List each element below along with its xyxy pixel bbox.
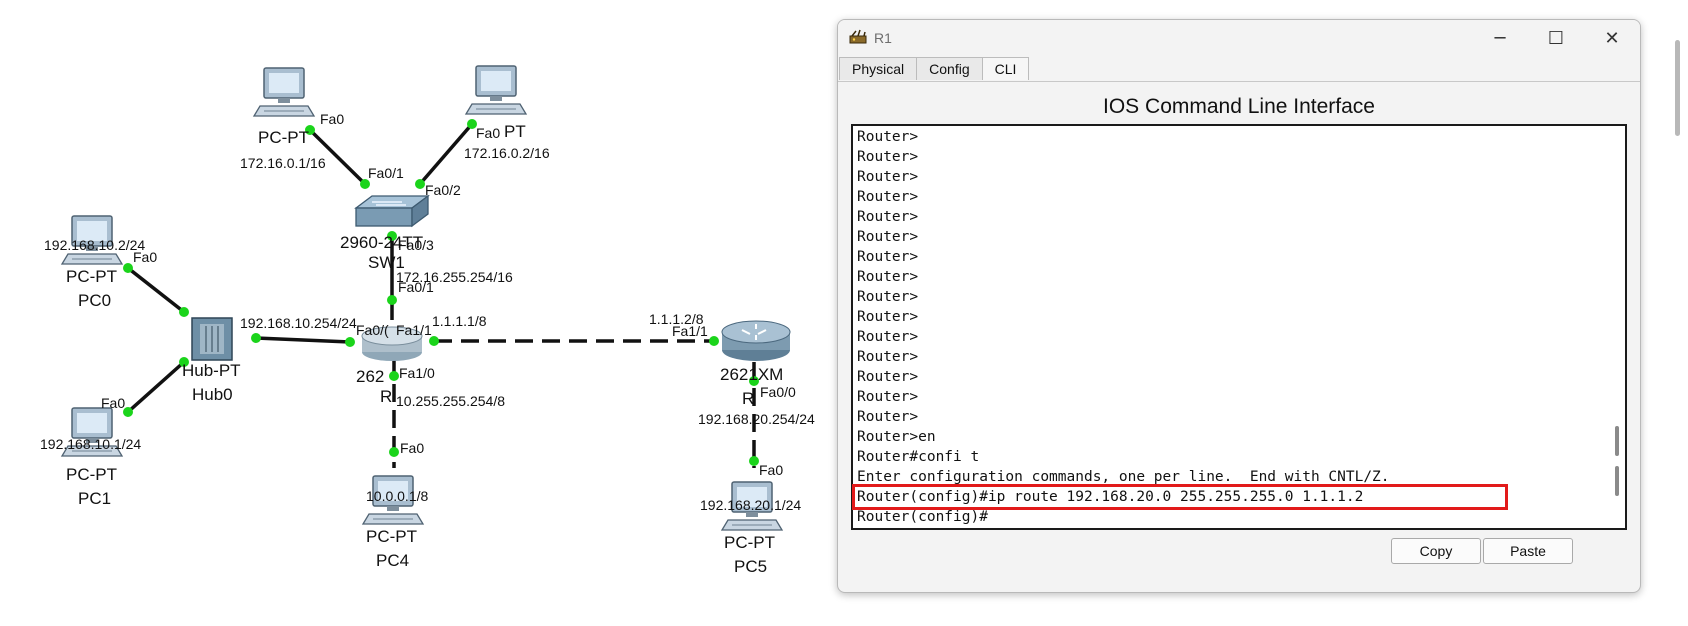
cli-line: Router>	[857, 409, 919, 425]
window-titlebar[interactable]: R1 ─ ☐ ✕	[838, 20, 1640, 56]
close-icon: ✕	[1604, 27, 1620, 49]
cli-line: Router(config)#	[857, 509, 988, 525]
device-type-label: PC-PT	[66, 267, 117, 286]
port-label: Fa0/2	[425, 182, 461, 198]
cli-line: Router>	[857, 129, 919, 145]
link-dots	[123, 119, 759, 466]
cli-line: Router>	[857, 149, 919, 165]
cli-line: Router>	[857, 289, 919, 305]
pc-icon[interactable]	[253, 67, 315, 117]
device-type-label: PC-PT	[724, 533, 775, 552]
port-label: Fa0	[101, 395, 125, 411]
switch-icon[interactable]	[354, 194, 430, 228]
device-type-label: PC-PT	[366, 527, 417, 546]
copy-button[interactable]: Copy	[1391, 538, 1481, 564]
cli-line: Router>	[857, 369, 919, 385]
cli-output: Router> Router> Router> Router> Router> Route…	[857, 127, 1390, 527]
ip-label: 192.168.10.2/24	[44, 237, 145, 253]
cli-line: Router>	[857, 309, 919, 325]
ip-label: 10.255.255.254/8	[396, 393, 505, 409]
port-label: Fa0/0	[760, 384, 796, 400]
maximize-button[interactable]: ☐	[1528, 20, 1584, 56]
cli-line: Router>	[857, 389, 919, 405]
port-label: Fa0	[320, 111, 344, 127]
ip-label: 172.16.0.1/16	[240, 155, 326, 171]
cli-terminal[interactable]: Router> Router> Router> Router> Router> Route…	[851, 124, 1627, 530]
device-name-label: Hub0	[192, 385, 233, 404]
page-scrollbar[interactable]	[1675, 40, 1680, 136]
tab-config[interactable]: Config	[916, 57, 983, 80]
cli-line: Enter configuration commands, one per li…	[857, 469, 1390, 485]
cli-line: Router>	[857, 269, 919, 285]
cli-line: Router>	[857, 229, 919, 245]
device-type-label: PC-PT	[258, 128, 309, 147]
port-label: Fa1/0	[399, 365, 435, 381]
device-name-label: PC1	[78, 489, 111, 508]
tab-bar: Physical Config CLI	[839, 57, 1030, 81]
close-button[interactable]: ✕	[1584, 20, 1640, 56]
device-type-label: 2621XM	[720, 365, 783, 384]
network-topology: Fa0 Fa0 Fa0 Fa0 Fa0/1 Fa0/2 Fa0/3 Fa0/1 …	[40, 65, 815, 576]
port-label: Fa0/(	[356, 322, 389, 338]
tab-physical[interactable]: Physical	[839, 57, 918, 80]
ip-label: 10.0.0.1/8	[366, 488, 428, 504]
device-type-label: PC-PT	[66, 465, 117, 484]
device-name-label: R	[380, 387, 392, 406]
window-title: R1	[874, 30, 892, 46]
device-type-label: 2960-24TT	[340, 233, 423, 252]
cli-line: Router>en	[857, 429, 936, 445]
tab-cli[interactable]: CLI	[981, 57, 1030, 80]
port-label: Fa0	[759, 462, 783, 478]
cli-line: Router>	[857, 249, 919, 265]
device-name-label: PC5	[734, 557, 767, 576]
minimize-button[interactable]: ─	[1472, 20, 1528, 56]
tab-divider	[838, 81, 1640, 82]
cli-line: Router(config)#ip route 192.168.20.0 255…	[857, 489, 1364, 505]
device-type-label: 262	[356, 367, 384, 386]
cli-heading: IOS Command Line Interface	[1103, 95, 1375, 118]
cli-line: Router>	[857, 189, 919, 205]
device-type-label: Hub-PT	[182, 361, 241, 380]
cli-line: Router>	[857, 169, 919, 185]
ip-label: 1.1.1.1/8	[432, 313, 487, 329]
device-name-label: R	[742, 389, 754, 408]
device-name-label: SW1	[368, 253, 405, 272]
ip-label: 172.16.255.254/16	[396, 269, 513, 285]
port-label: Fa1/1	[396, 322, 432, 338]
cli-line: Router>	[857, 329, 919, 345]
cli-line: Router>	[857, 209, 919, 225]
hub-icon[interactable]	[191, 317, 233, 361]
links	[126, 122, 756, 468]
maximize-icon: ☐	[1547, 27, 1565, 49]
port-label: Fa0	[400, 440, 424, 456]
ip-label: 192.168.10.254/24	[240, 315, 357, 331]
cli-line: Router>	[857, 349, 919, 365]
terminal-scrollbar[interactable]	[1612, 126, 1622, 528]
ip-label: 192.168.20.254/24	[698, 411, 815, 427]
port-label: Fa0	[476, 125, 500, 141]
port-label: Fa0/1	[368, 165, 404, 181]
device-name-label: PC0	[78, 291, 111, 310]
paste-button[interactable]: Paste	[1483, 538, 1573, 564]
pc-icon[interactable]	[465, 65, 527, 115]
ip-label: 172.16.0.2/16	[464, 145, 550, 161]
cli-line: Router#confi t	[857, 449, 980, 465]
ip-label: 192.168.10.1/24	[40, 436, 141, 452]
router-cli-window: R1 ─ ☐ ✕ Physical Config CLI IOS Command…	[837, 19, 1641, 593]
scroll-thumb[interactable]	[1615, 426, 1619, 456]
scroll-thumb[interactable]	[1615, 466, 1619, 496]
router-app-icon	[849, 29, 867, 44]
device-name-label: PC4	[376, 551, 409, 570]
ip-label: 192.168.20.1/24	[700, 497, 801, 513]
minimize-icon: ─	[1494, 27, 1506, 49]
ip-label: 1.1.1.2/8	[649, 311, 704, 327]
router-icon[interactable]	[721, 320, 791, 361]
device-type-label: PT	[504, 122, 526, 141]
